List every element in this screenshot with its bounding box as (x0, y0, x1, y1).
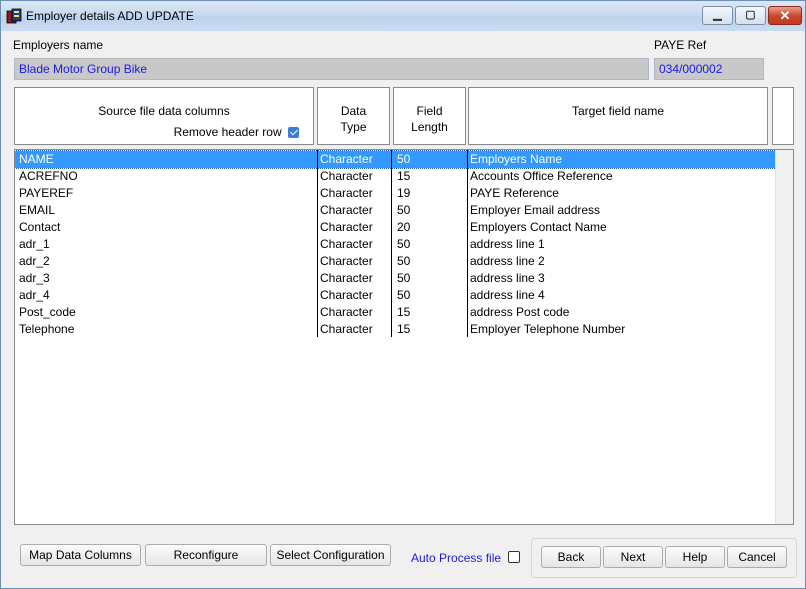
help-button[interactable]: Help (665, 546, 725, 568)
length-cell: 15 (397, 169, 411, 183)
employers-name-field[interactable]: Blade Motor Group Bike (14, 58, 649, 80)
table-row[interactable]: Contact Character 20 Employers Contact Name (15, 219, 776, 236)
type-cell: Character (320, 169, 373, 183)
source-cell: adr_2 (19, 254, 50, 268)
table-row[interactable]: PAYEREF Character 19 PAYE Reference (15, 185, 776, 202)
source-cell: ACREFNO (19, 169, 78, 183)
target-cell: address line 2 (470, 254, 545, 268)
mapping-grid[interactable]: NAME Character 50 Employers Name ACREFNO Char… (14, 149, 794, 525)
length-cell: 50 (397, 237, 411, 251)
table-row[interactable]: Post_code Character 15 address Post code (15, 304, 776, 321)
length-cell: 50 (397, 152, 411, 166)
length-cell: 19 (397, 186, 411, 200)
header-source-columns[interactable]: Source file data columns Remove header r… (14, 87, 314, 145)
employers-name-label: Employers name (13, 38, 104, 52)
type-cell: Character (320, 152, 373, 166)
type-cell: Character (320, 237, 373, 251)
length-cell: 20 (397, 220, 411, 234)
length-cell: 50 (397, 203, 411, 217)
table-row[interactable]: adr_3 Character 50 address line 3 (15, 270, 776, 287)
table-row[interactable]: NAME Character 50 Employers Name (15, 150, 777, 169)
reconfigure-button[interactable]: Reconfigure (145, 544, 267, 566)
length-cell: 15 (397, 305, 411, 319)
employer-details-window: Employer details ADD UPDATE ▁ ▢ ✕ Employ… (0, 0, 806, 589)
length-cell: 50 (397, 271, 411, 285)
paye-ref-field[interactable]: 034/000002 (654, 58, 764, 80)
header-field-length[interactable]: Field Length (393, 87, 466, 145)
map-data-columns-button[interactable]: Map Data Columns (20, 544, 141, 566)
title-bar[interactable]: Employer details ADD UPDATE ▁ ▢ ✕ (1, 1, 805, 31)
source-cell: adr_3 (19, 271, 50, 285)
table-row[interactable]: adr_4 Character 50 address line 4 (15, 287, 776, 304)
maximize-button[interactable]: ▢ (735, 6, 766, 25)
type-cell: Character (320, 203, 373, 217)
maximize-icon: ▢ (745, 9, 756, 21)
cancel-button[interactable]: Cancel (727, 546, 787, 568)
source-cell: adr_4 (19, 288, 50, 302)
auto-process-checkbox[interactable] (508, 551, 520, 563)
source-cell: NAME (19, 152, 54, 166)
table-row[interactable]: ACREFNO Character 15 Accounts Office Refere… (15, 168, 776, 185)
header-data-type[interactable]: Data Type (317, 87, 390, 145)
type-cell: Character (320, 271, 373, 285)
type-cell: Character (320, 186, 373, 200)
length-cell: 50 (397, 288, 411, 302)
source-cell: Telephone (19, 322, 75, 336)
source-cell: adr_1 (19, 237, 50, 251)
select-configuration-button[interactable]: Select Configuration (270, 544, 391, 566)
table-row[interactable]: EMAIL Character 50 Employer Email address (15, 202, 776, 219)
vertical-scrollbar[interactable] (775, 150, 793, 524)
paye-ref-label: PAYE Ref (654, 38, 707, 52)
target-cell: Employer Telephone Number (470, 322, 626, 336)
target-cell: address line 1 (470, 237, 545, 251)
type-cell: Character (320, 305, 373, 319)
column-divider (391, 150, 392, 337)
data-type-label-line2: Type (340, 120, 367, 134)
column-divider (317, 150, 318, 337)
back-button[interactable]: Back (541, 546, 601, 568)
data-type-label-line1: Data (340, 104, 367, 118)
target-cell: address line 4 (470, 288, 545, 302)
field-length-label-line1: Field (416, 104, 443, 118)
table-row[interactable]: adr_2 Character 50 address line 2 (15, 253, 776, 270)
source-cell: Post_code (19, 305, 76, 319)
source-columns-label: Source file data columns (98, 104, 230, 118)
auto-process-label: Auto Process file (411, 551, 502, 565)
target-cell: Employer Email address (470, 203, 601, 217)
close-button[interactable]: ✕ (768, 6, 802, 25)
target-cell: PAYE Reference (470, 186, 559, 200)
source-cell: EMAIL (19, 203, 56, 217)
type-cell: Character (320, 288, 373, 302)
target-cell: Employers Contact Name (470, 220, 607, 234)
target-cell: Employers Name (470, 152, 563, 166)
next-button[interactable]: Next (603, 546, 663, 568)
target-field-label: Target field name (571, 104, 665, 118)
target-cell: Accounts Office Reference (470, 169, 613, 183)
app-icon (6, 8, 22, 24)
length-cell: 15 (397, 322, 411, 336)
window-title: Employer details ADD UPDATE (26, 9, 194, 23)
minimize-button[interactable]: ▁ (702, 6, 733, 25)
close-icon: ✕ (779, 8, 791, 23)
remove-header-row-checkbox[interactable] (288, 127, 299, 139)
remove-header-row-label: Remove header row (173, 125, 282, 139)
header-extra (772, 87, 794, 145)
header-target-field[interactable]: Target field name (468, 87, 768, 145)
type-cell: Character (320, 254, 373, 268)
field-length-label-line2: Length (411, 120, 448, 134)
length-cell: 50 (397, 254, 411, 268)
source-cell: PAYEREF (19, 186, 74, 200)
target-cell: address line 3 (470, 271, 545, 285)
type-cell: Character (320, 322, 373, 336)
table-row[interactable]: adr_1 Character 50 address line 1 (15, 236, 776, 253)
source-cell: Contact (19, 220, 61, 234)
type-cell: Character (320, 220, 373, 234)
table-row[interactable]: Telephone Character 15 Employer Telephone N… (15, 321, 776, 338)
minimize-icon: ▁ (713, 9, 722, 21)
column-divider (467, 150, 468, 337)
target-cell: address Post code (470, 305, 570, 319)
remove-header-row-option[interactable]: Remove header row (174, 125, 299, 139)
